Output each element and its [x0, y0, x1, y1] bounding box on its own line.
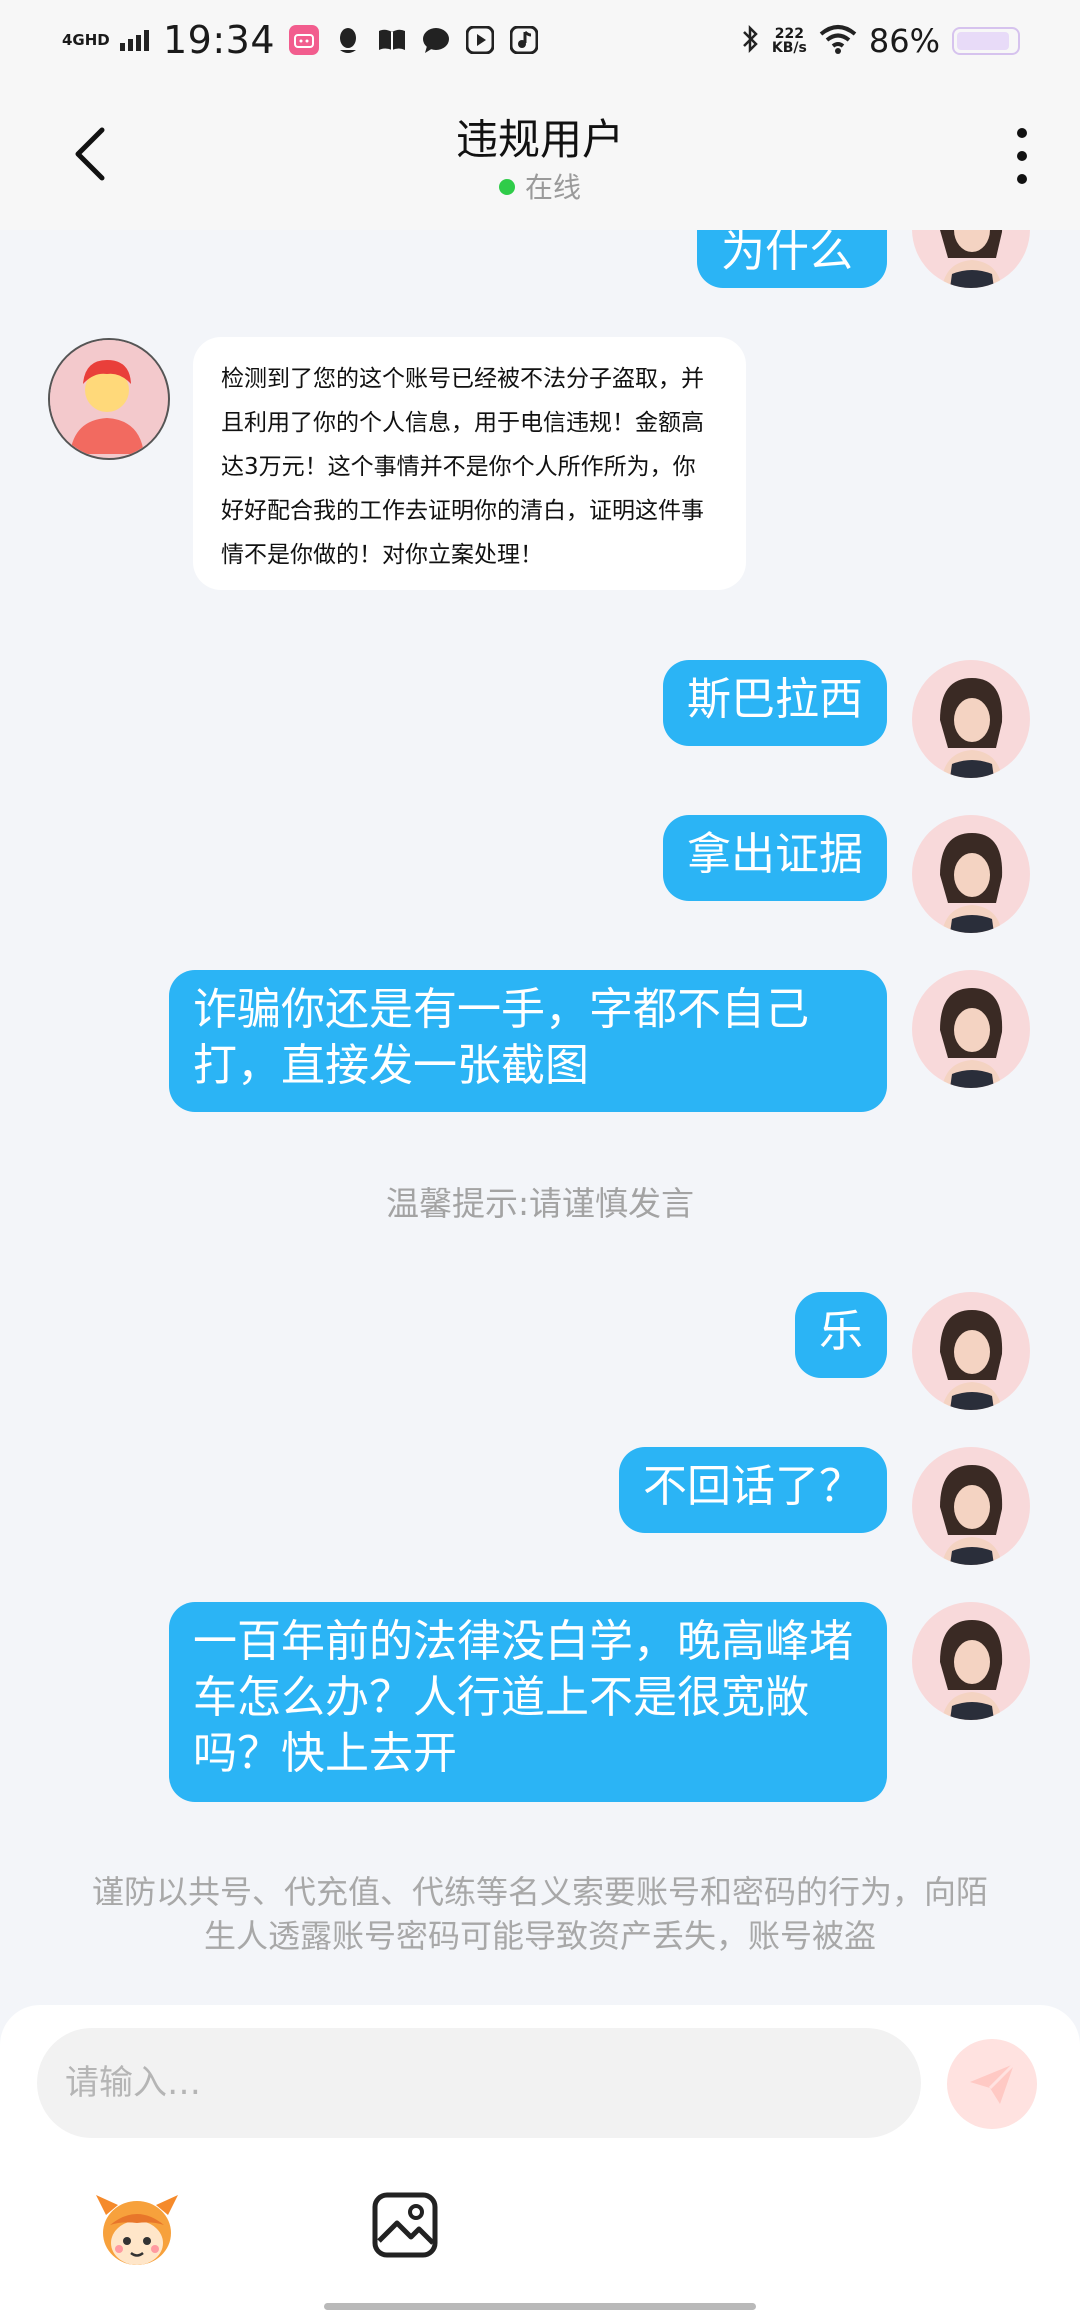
- contact-avatar[interactable]: [48, 338, 170, 460]
- user-avatar[interactable]: [912, 660, 1030, 778]
- message-bubble-received[interactable]: 检测到了您的这个账号已经被不法分子盗取，并且利用了你的个人信息，用于电信违规！金…: [193, 337, 746, 590]
- image-picture-icon: [372, 2192, 438, 2258]
- user-avatar-image: [912, 970, 1030, 1088]
- user-avatar-image: [912, 660, 1030, 778]
- system-tip: 温馨提示:请谨慎发言: [385, 1184, 695, 1223]
- online-dot: [498, 179, 515, 195]
- network-type: 4GHD: [62, 31, 110, 49]
- user-avatar-image: [912, 1292, 1030, 1410]
- user-avatar[interactable]: [912, 230, 1030, 288]
- contact-name: 违规用户: [455, 115, 624, 164]
- more-vertical-icon: [1010, 128, 1034, 184]
- user-avatar-image: [912, 1602, 1030, 1720]
- user-avatar[interactable]: [912, 1292, 1030, 1410]
- user-avatar[interactable]: [912, 1447, 1030, 1565]
- chat-bubble-icon: [421, 25, 451, 55]
- emoji-button[interactable]: [92, 2185, 182, 2275]
- online-status: 在线: [0, 166, 1080, 206]
- wifi-icon: [819, 24, 857, 58]
- security-warning: 谨防以共号、代充值、代练等名义索要账号和密码的行为，向陌生人透露账号密码可能导致…: [91, 1873, 988, 1955]
- qq-icon: [333, 25, 363, 55]
- chat-header: 违规用户 在线: [0, 84, 1080, 230]
- message-bubble-sent[interactable]: 斯巴拉西: [663, 660, 887, 746]
- network-speed: 222 KB/s: [772, 27, 807, 55]
- battery-icon: [952, 27, 1020, 55]
- user-avatar-image: [912, 1447, 1030, 1565]
- more-options-button[interactable]: [1010, 128, 1034, 188]
- user-avatar-image: [912, 815, 1030, 933]
- image-button[interactable]: [371, 2191, 439, 2259]
- composer: [0, 2005, 1080, 2316]
- send-icon: [970, 2062, 1016, 2104]
- clock: 19:34: [163, 18, 276, 62]
- speed-unit: KB/s: [771, 40, 807, 56]
- user-avatar[interactable]: [912, 815, 1030, 933]
- home-indicator[interactable]: [324, 2303, 756, 2310]
- user-avatar[interactable]: [912, 970, 1030, 1088]
- contact-avatar-image: [50, 340, 164, 454]
- battery-percent: 86%: [868, 22, 940, 60]
- user-avatar[interactable]: [912, 1602, 1030, 1720]
- status-bar: 4GHD 19:34 222 KB/s 86%: [0, 0, 1080, 84]
- video-play-icon: [465, 25, 495, 55]
- bluetooth-icon: [740, 24, 760, 58]
- online-status-label: 在线: [524, 171, 581, 204]
- message-bubble-sent[interactable]: 拿出证据: [663, 815, 887, 901]
- bilibili-icon: [289, 25, 320, 55]
- message-bubble-sent[interactable]: 诈骗你还是有一手，字都不自己打，直接发一张截图: [169, 970, 887, 1112]
- message-list[interactable]: 为什么 检测到了您的这个账号已经被不法分子盗取，并且利用了你的个人信息，用于电信…: [0, 230, 1080, 2005]
- message-input[interactable]: [37, 2028, 921, 2138]
- message-bubble-sent[interactable]: 为什么: [697, 230, 887, 288]
- message-bubble-sent[interactable]: 乐: [795, 1292, 887, 1378]
- message-bubble-sent[interactable]: 一百年前的法律没白学，晚高峰堵车怎么办？人行道上不是很宽敞吗？快上去开: [169, 1602, 887, 1802]
- message-bubble-sent[interactable]: 不回话了？: [619, 1447, 887, 1533]
- music-note-icon: [509, 25, 539, 55]
- signal-icon: [120, 29, 149, 51]
- send-button[interactable]: [947, 2039, 1037, 2129]
- emoji-sticker-icon: [96, 2195, 178, 2265]
- user-avatar-image: [912, 230, 1030, 288]
- book-icon: [377, 25, 407, 55]
